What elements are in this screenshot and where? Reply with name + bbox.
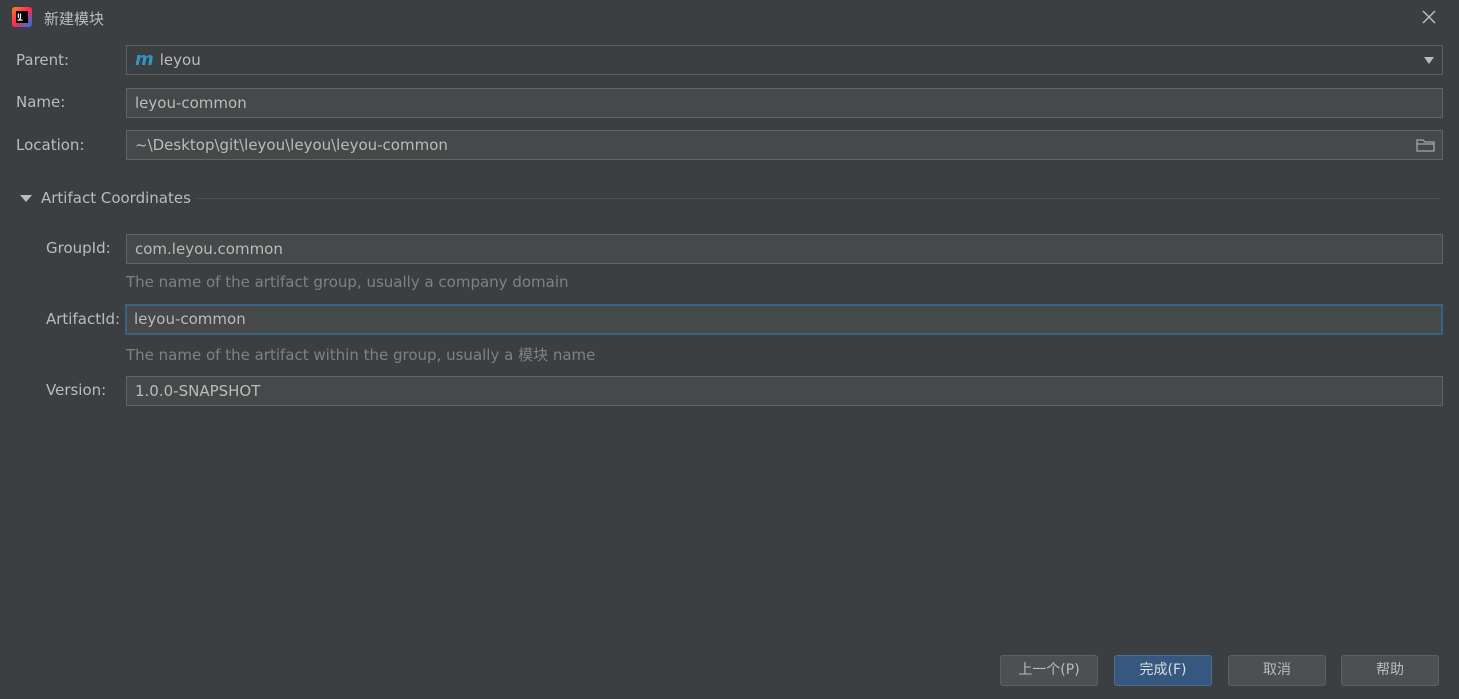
svg-text:IJ: IJ: [17, 13, 21, 20]
parent-value: leyou: [159, 51, 201, 69]
version-input[interactable]: 1.0.0-SNAPSHOT: [126, 376, 1443, 406]
location-label: Location:: [16, 136, 85, 154]
close-icon[interactable]: [1418, 6, 1440, 28]
parent-combobox[interactable]: m leyou: [126, 45, 1443, 75]
location-value: ~\Desktop\git\leyou\leyou\leyou-common: [135, 136, 448, 154]
cancel-button[interactable]: 取消: [1228, 655, 1326, 686]
previous-button[interactable]: 上一个(P): [1000, 655, 1098, 686]
folder-icon[interactable]: [1416, 137, 1436, 153]
window-title: 新建模块: [44, 10, 105, 28]
groupid-label: GroupId:: [46, 239, 111, 257]
finish-button[interactable]: 完成(F): [1114, 655, 1212, 686]
location-input[interactable]: ~\Desktop\git\leyou\leyou\leyou-common: [126, 130, 1443, 160]
artifactid-hint: The name of the artifact within the grou…: [126, 346, 596, 364]
artifactid-input[interactable]: leyou-common: [125, 304, 1443, 335]
name-label: Name:: [16, 93, 66, 111]
chevron-down-icon[interactable]: [1424, 57, 1434, 64]
title-bar: IJ 新建模块: [0, 0, 1459, 36]
version-label: Version:: [46, 381, 107, 399]
groupid-input[interactable]: com.leyou.common: [126, 234, 1443, 264]
maven-m-icon: m: [135, 49, 154, 70]
intellij-idea-icon: IJ: [12, 7, 32, 27]
name-input[interactable]: leyou-common: [126, 88, 1443, 118]
artifactid-label: ArtifactId:: [46, 310, 121, 328]
artifact-coordinates-label: Artifact Coordinates: [41, 189, 191, 207]
parent-label: Parent:: [16, 51, 70, 69]
groupid-hint: The name of the artifact group, usually …: [126, 273, 569, 291]
triangle-down-icon: [20, 195, 32, 202]
help-button[interactable]: 帮助: [1341, 655, 1439, 686]
section-divider: [196, 198, 1440, 199]
